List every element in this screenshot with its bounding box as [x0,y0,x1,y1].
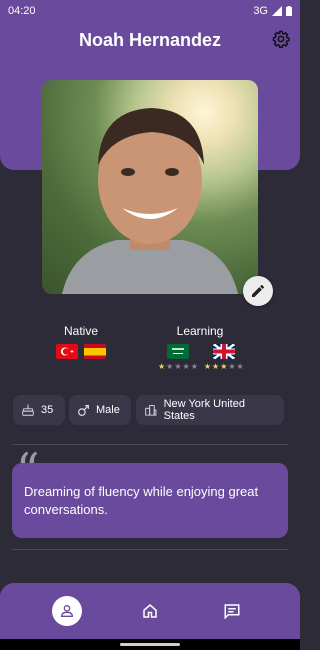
chat-icon [224,604,240,620]
divider [12,444,288,445]
flag-turkey-icon [56,344,78,359]
star-icon: ★ [236,362,244,371]
star-icon: ★ [174,362,182,371]
star-icon: ★ [182,362,190,371]
learning-language-english: ★ ★ ★ ★ ★ [204,344,244,371]
gender-value: Male [96,404,120,416]
learning-language-arabic: ★ ★ ★ ★ ★ [158,344,198,371]
home-indicator[interactable] [120,643,180,646]
status-icons: 3G [253,5,292,17]
status-bar: 04:20 3G [0,0,300,22]
star-icon: ★ [228,362,236,371]
pencil-icon [252,284,264,297]
flag-united-kingdom-icon [212,344,235,359]
bio-text: Dreaming of fluency while enjoying great… [24,484,259,517]
proficiency-stars-english: ★ ★ ★ ★ ★ [204,363,244,371]
gear-icon[interactable] [272,30,290,48]
star-icon: ★ [220,362,228,371]
status-time: 04:20 [8,5,36,17]
network-label: 3G [253,5,268,17]
age-value: 35 [41,404,54,416]
edit-photo-button[interactable] [243,276,273,306]
learning-label: Learning [176,324,224,338]
profile-portrait [62,108,238,294]
gesture-bar [0,639,300,650]
signal-icon [272,6,282,16]
home-icon [143,604,157,618]
bio-card: Dreaming of fluency while enjoying great… [12,463,288,538]
flag-spain-icon [84,344,106,359]
star-icon: ★ [158,362,166,371]
profile-photo [42,80,258,294]
location-chip: New York United States [136,395,284,425]
male-icon [78,404,89,416]
star-icon: ★ [203,362,212,371]
star-icon: ★ [166,362,174,371]
city-icon [145,405,157,416]
nav-profile-button[interactable] [52,596,82,626]
gender-chip: Male [69,395,131,425]
page-title: Noah Hernandez [78,30,222,50]
location-value: New York United States [163,398,245,422]
battery-icon [286,6,292,16]
nav-home-button[interactable] [135,596,165,626]
star-icon: ★ [212,362,220,371]
age-chip: 35 [13,395,65,425]
nav-chat-button[interactable] [217,596,247,626]
divider [12,549,288,550]
profile-icon [60,605,74,617]
native-label: Native [63,324,98,338]
proficiency-stars-arabic: ★ ★ ★ ★ ★ [158,363,198,371]
learning-languages: Learning ★ ★ ★ ★ ★ ★ ★ ★ ★ ★ [150,324,250,371]
flag-saudi-arabia-icon [166,344,189,359]
cake-icon [22,404,34,416]
star-icon: ★ [190,362,198,371]
native-languages: Native [46,324,116,359]
bottom-navigation [0,583,300,639]
